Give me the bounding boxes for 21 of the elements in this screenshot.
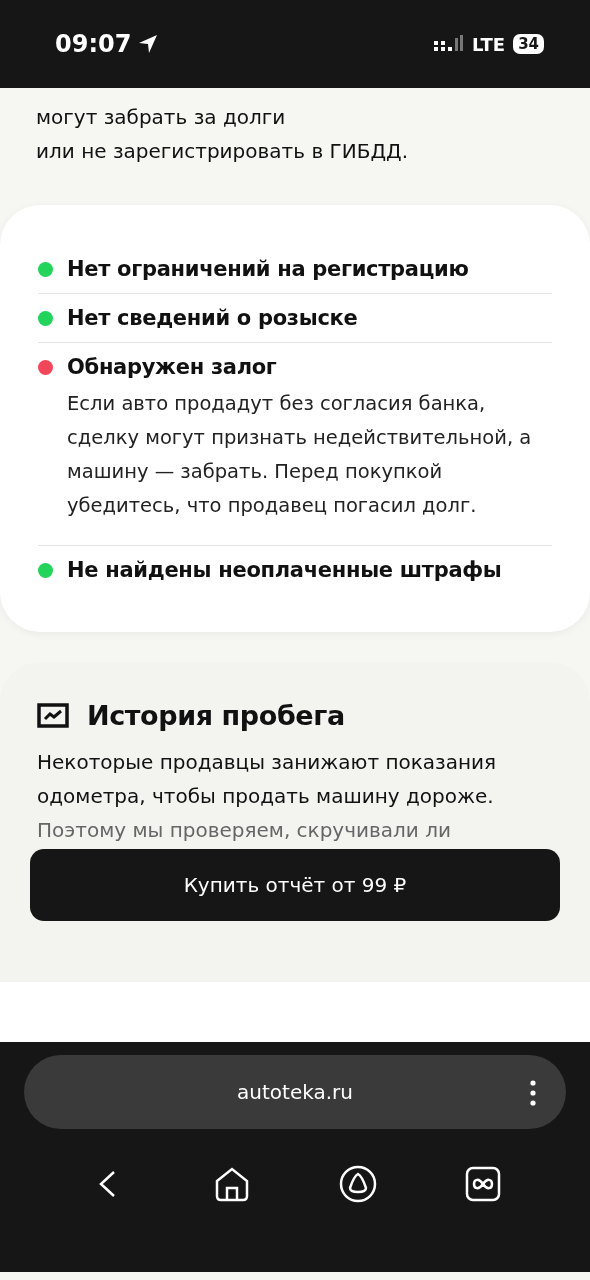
- network-label: LTE: [472, 33, 506, 55]
- clock: 09:07: [55, 30, 132, 58]
- buy-report-button[interactable]: Купить отчёт от 99 ₽: [30, 849, 560, 921]
- section-text: Некоторые продавцы занижают показания одометра, чтобы продать машину дороже.: [37, 749, 498, 810]
- signal-icon: [434, 35, 465, 53]
- check-title: Нет сведений о розыске: [67, 306, 358, 330]
- url-text: autoteka.ru: [237, 1080, 353, 1104]
- check-title: Нет ограничений на регистрацию: [67, 257, 469, 281]
- location-arrow-icon: [137, 33, 160, 55]
- check-description: Если авто продадут без согласия банка, сделку могут признать недействительной, а машину — забрать. Перед покупкой убедитесь, что продавец погасил долг.: [67, 391, 533, 519]
- check-title: Не найдены неоплаченные штрафы: [67, 558, 502, 582]
- assistant-icon[interactable]: [337, 1164, 378, 1204]
- check-title: Обнаружен залог: [67, 355, 277, 379]
- intro-text-line: или не зарегистрировать в ГИБДД.: [36, 138, 409, 165]
- more-icon[interactable]: [530, 1080, 536, 1106]
- section-title: История пробега: [87, 700, 345, 731]
- faded-section-text: Поэтому мы проверяем, скручивали ли: [37, 817, 452, 844]
- address-bar[interactable]: autoteka.ru: [24, 1055, 566, 1129]
- chart-icon: [37, 703, 69, 728]
- battery-level: 34: [513, 34, 544, 54]
- intro-text-line: могут забрать за долги: [36, 104, 287, 131]
